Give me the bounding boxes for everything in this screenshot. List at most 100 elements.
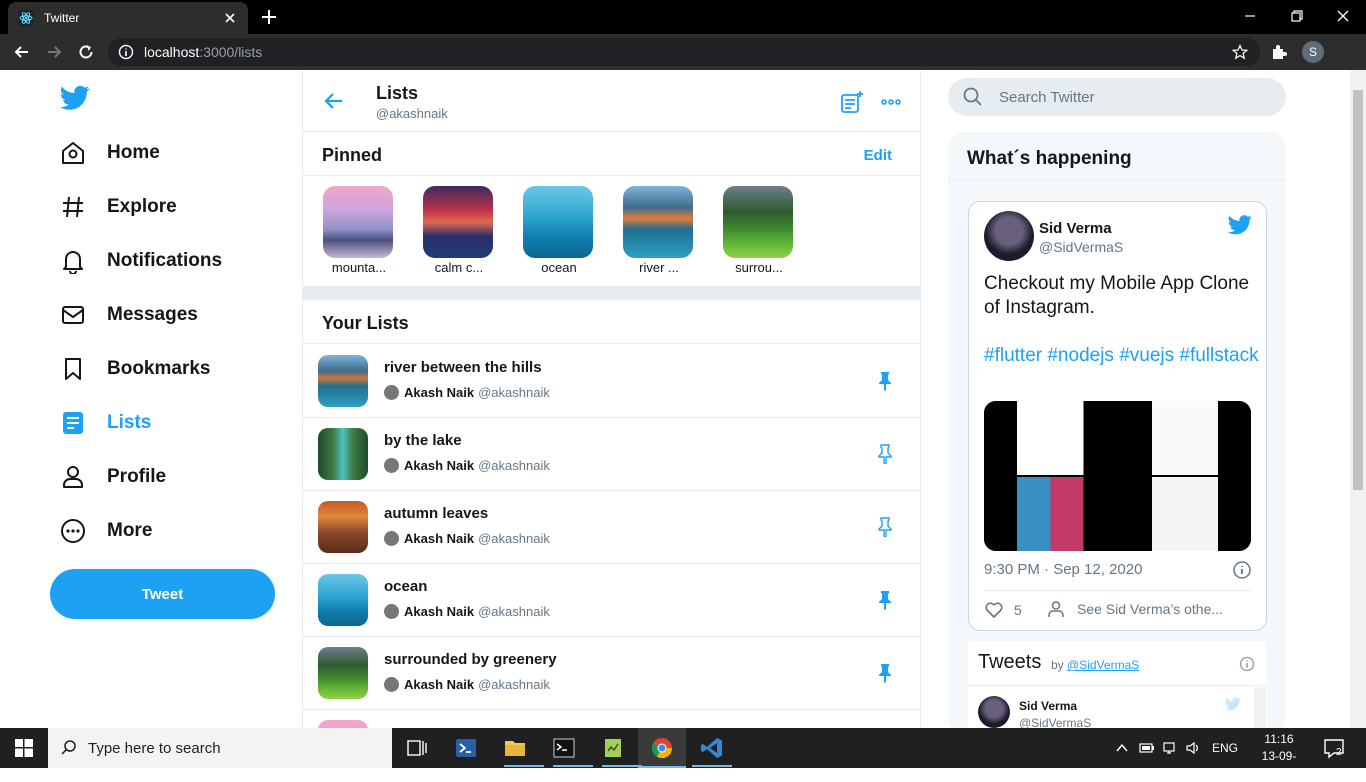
bell-icon (63, 251, 83, 274)
list-item[interactable] (303, 710, 920, 728)
url-field[interactable]: localhost:3000/lists (108, 38, 1260, 66)
sidebar-item-profile[interactable]: Profile (60, 457, 166, 497)
browser-tab[interactable]: Twitter (8, 2, 248, 34)
tweet-author-name[interactable]: Sid Verma (1039, 220, 1112, 237)
battery-icon[interactable] (1139, 740, 1155, 756)
file-explorer-icon[interactable] (503, 736, 527, 760)
powershell-icon[interactable] (454, 736, 478, 760)
twitter-bird-icon[interactable] (1225, 697, 1241, 711)
chevron-up-icon[interactable] (1114, 740, 1130, 756)
sidebar: Home Explore Notifications Messages Book… (0, 70, 302, 728)
list-owner: Akash Naik @akashnaik (384, 531, 550, 546)
new-tab-icon[interactable] (260, 8, 278, 26)
more-options-icon[interactable] (879, 90, 903, 114)
scrollbar-thumb[interactable] (1353, 90, 1363, 490)
twitter-logo-icon[interactable] (60, 84, 90, 112)
site-info-icon[interactable] (118, 44, 134, 60)
sidebar-item-lists[interactable]: Lists (60, 403, 151, 443)
taskbar-clock[interactable]: 11:16 13-09-2020 (1254, 731, 1304, 782)
tweets-timeline-embed[interactable]: Tweets by @SidVermaS Sid Verma @SidVerma… (968, 641, 1267, 728)
list-item[interactable]: surrounded by greenery Akash Naik @akash… (303, 637, 920, 710)
notification-center-icon[interactable] (1322, 736, 1346, 760)
timeline-handle-link[interactable]: @SidVermaS (1067, 658, 1139, 672)
terminal-icon[interactable] (552, 736, 576, 760)
pinned-list-item[interactable]: calm c... (423, 186, 495, 275)
info-icon[interactable] (1232, 560, 1252, 580)
sidebar-item-label: Profile (107, 466, 167, 487)
tweet-hashtags[interactable]: #flutter #nodejs #vuejs #fullstack (984, 344, 1259, 368)
forward-icon[interactable] (44, 42, 64, 62)
taskbar-search-input[interactable]: Type here to search (48, 728, 392, 768)
sidebar-item-more[interactable]: More (60, 511, 152, 551)
vscode-icon[interactable] (700, 736, 724, 760)
windows-taskbar: Type here to search ENG 11:16 13-09-2020… (0, 728, 1366, 780)
list-item[interactable]: by the lake Akash Naik @akashnaik (303, 418, 920, 491)
media-image[interactable] (1118, 477, 1251, 551)
running-indicator (504, 765, 544, 767)
pinned-list-item[interactable]: surrou... (723, 186, 795, 275)
sidebar-item-home[interactable]: Home (60, 133, 160, 173)
media-image[interactable] (1118, 401, 1251, 475)
embed-scrollbar[interactable] (1254, 687, 1266, 728)
close-tab-icon[interactable] (222, 10, 238, 26)
bookmark-star-icon[interactable] (1232, 44, 1248, 60)
tweet-media-grid[interactable] (984, 401, 1251, 551)
start-button[interactable] (0, 728, 48, 768)
avatar[interactable] (984, 211, 1034, 261)
list-item[interactable]: autumn leaves Akash Naik @akashnaik (303, 491, 920, 564)
twitter-bird-icon[interactable] (1228, 214, 1252, 236)
notes-app-icon[interactable] (601, 736, 625, 760)
embedded-tweet-card[interactable]: Sid Verma @SidVermaS Checkout my Mobile … (968, 201, 1267, 631)
like-button[interactable]: 5 (984, 600, 1022, 620)
list-item[interactable]: ocean Akash Naik @akashnaik (303, 564, 920, 637)
tweet-button[interactable]: Tweet (50, 569, 275, 619)
sidebar-item-explore[interactable]: Explore (60, 187, 177, 227)
list-item[interactable]: river between the hills Akash Naik @akas… (303, 345, 920, 418)
browser-profile-avatar[interactable]: S (1302, 41, 1324, 63)
media-image[interactable] (984, 477, 1117, 551)
volume-icon[interactable] (1185, 740, 1201, 756)
edit-pinned-button[interactable]: Edit (864, 147, 892, 164)
network-icon[interactable] (1162, 740, 1178, 756)
pin-outline-icon[interactable] (875, 517, 895, 537)
extensions-icon[interactable] (1270, 43, 1288, 61)
owner-avatar (384, 458, 399, 473)
pinned-list-item[interactable]: mounta... (323, 186, 395, 275)
language-indicator[interactable]: ENG (1212, 741, 1238, 755)
sidebar-item-notifications[interactable]: Notifications (60, 241, 222, 281)
timeline-author-name[interactable]: Sid Verma (1019, 699, 1077, 713)
sidebar-item-bookmarks[interactable]: Bookmarks (60, 349, 211, 389)
close-window-icon[interactable] (1333, 6, 1353, 26)
search-input[interactable]: Search Twitter (948, 78, 1286, 116)
owner-name: Akash Naik (404, 458, 475, 473)
pin-filled-icon[interactable] (875, 371, 895, 391)
react-favicon-icon (18, 10, 34, 26)
media-image[interactable] (984, 401, 1117, 475)
see-more-tweets-link[interactable]: See Sid Verma’s othe... (1047, 600, 1223, 618)
pinned-section-header: Pinned Edit (303, 132, 920, 176)
info-icon[interactable] (1239, 656, 1255, 672)
restore-icon[interactable] (1287, 6, 1307, 26)
pin-filled-icon[interactable] (875, 663, 895, 683)
pinned-list-item[interactable]: ocean (523, 186, 595, 275)
sidebar-item-label: Lists (107, 412, 152, 433)
back-icon[interactable] (12, 42, 32, 62)
pin-filled-icon[interactable] (875, 590, 895, 610)
hashtag-icon (63, 196, 83, 218)
avatar[interactable] (978, 696, 1010, 728)
tweet-timestamp[interactable]: 9:30 PM · Sep 12, 2020 (984, 561, 1142, 578)
clock-time: 11:16 (1264, 732, 1294, 746)
create-list-icon[interactable] (840, 90, 864, 114)
minimize-icon[interactable] (1240, 6, 1260, 26)
reload-icon[interactable] (76, 42, 96, 62)
pin-outline-icon[interactable] (875, 444, 895, 464)
sidebar-item-messages[interactable]: Messages (60, 295, 198, 335)
tweet-author-handle[interactable]: @SidVermaS (1039, 239, 1123, 255)
pinned-list-item[interactable]: river ... (623, 186, 695, 275)
page-scrollbar[interactable] (1350, 70, 1366, 728)
timeline-author-handle[interactable]: @SidVermaS (1019, 716, 1091, 728)
chrome-icon[interactable] (650, 736, 674, 760)
task-view-icon[interactable] (404, 736, 428, 760)
sidebar-item-label: Home (107, 142, 160, 163)
back-arrow-icon[interactable] (323, 90, 345, 112)
